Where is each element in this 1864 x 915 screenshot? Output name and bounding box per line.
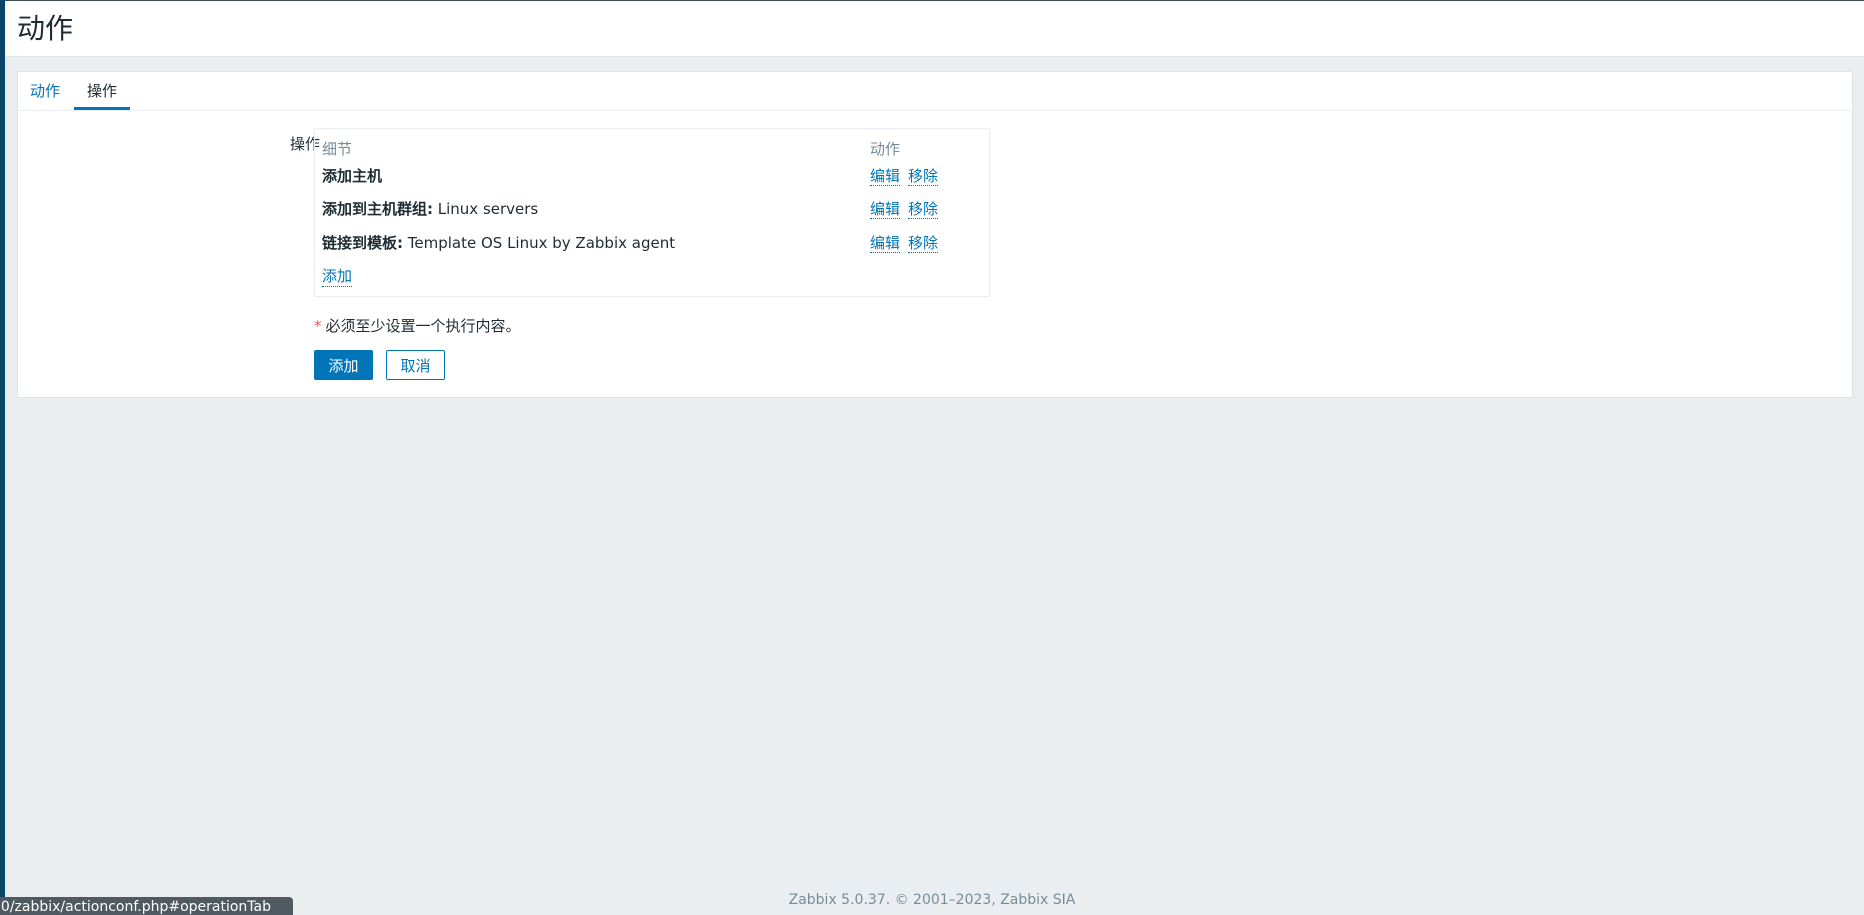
operation-detail: 链接到模板: Template OS Linux by Zabbix agent	[322, 232, 675, 253]
tab-operations[interactable]: 操作	[74, 72, 130, 110]
form-container: 动作 操作 操作 细节 动作 添加主机 编辑 移除 添加到主机群组: Linux …	[17, 71, 1853, 398]
table-row: 链接到模板: Template OS Linux by Zabbix agent…	[322, 232, 982, 260]
remove-link[interactable]: 移除	[908, 167, 939, 186]
edit-link[interactable]: 编辑	[870, 234, 901, 253]
table-row: 添加主机 编辑 移除	[322, 165, 982, 193]
remove-link[interactable]: 移除	[908, 200, 939, 219]
tab-action[interactable]: 动作	[28, 72, 62, 110]
table-row: 添加到主机群组: Linux servers 编辑 移除	[322, 198, 982, 226]
operation-type: 添加到主机群组:	[322, 200, 433, 218]
required-note-text: 必须至少设置一个执行内容。	[325, 317, 521, 335]
details-column-header: 细节	[322, 140, 353, 158]
required-note: * 必须至少设置一个执行内容。	[314, 315, 521, 336]
operation-type: 添加主机	[322, 167, 383, 185]
add-operation-link[interactable]: 添加	[322, 265, 353, 287]
cancel-button[interactable]: 取消	[386, 350, 445, 380]
add-button[interactable]: 添加	[314, 350, 373, 380]
operation-value: Linux servers	[433, 200, 539, 218]
operation-type: 链接到模板:	[322, 234, 403, 252]
edit-link[interactable]: 编辑	[870, 167, 901, 186]
left-edge-bar	[0, 0, 5, 911]
operation-value: Template OS Linux by Zabbix agent	[403, 234, 676, 252]
remove-link[interactable]: 移除	[908, 234, 939, 253]
row-actions: 编辑 移除	[870, 198, 939, 219]
operations-label: 操作	[289, 135, 320, 153]
operation-detail: 添加到主机群组: Linux servers	[322, 198, 538, 219]
tab-bar: 动作 操作	[18, 72, 1852, 111]
row-actions: 编辑 移除	[870, 232, 939, 253]
page-header: 动作	[5, 0, 1864, 57]
operation-detail: 添加主机	[322, 165, 382, 186]
required-asterisk: *	[314, 317, 322, 335]
row-actions: 编辑 移除	[870, 165, 939, 186]
action-column-header: 动作	[870, 140, 901, 158]
operations-table: 细节 动作 添加主机 编辑 移除 添加到主机群组: Linux servers 编…	[314, 128, 990, 297]
edit-link[interactable]: 编辑	[870, 200, 901, 219]
status-bar-url: 50/zabbix/actionconf.php#operationTab	[0, 897, 293, 915]
page-title: 动作	[17, 12, 74, 45]
